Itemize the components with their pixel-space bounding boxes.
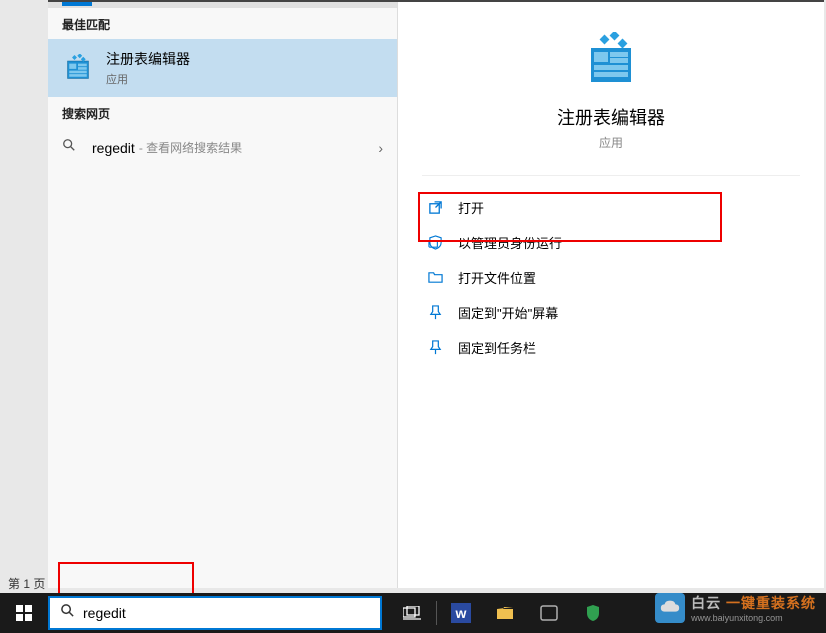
action-open-label: 打开 — [458, 198, 484, 217]
action-list: 打开 以管理员身份运行 打开文件位置 固定到"开始"屏幕 — [398, 176, 824, 379]
result-subtitle: 应用 — [106, 71, 190, 87]
action-pin-start[interactable]: 固定到"开始"屏幕 — [398, 295, 824, 330]
web-search-result[interactable]: regedit - 查看网络搜索结果 › — [48, 128, 397, 167]
shield-icon — [426, 234, 444, 252]
chevron-right-icon: › — [378, 140, 383, 156]
taskbar-icons: w — [390, 593, 615, 633]
task-view-button[interactable] — [390, 593, 434, 633]
web-query-text: regedit — [92, 140, 135, 156]
best-match-header: 最佳匹配 — [48, 8, 397, 39]
web-search-header: 搜索网页 — [48, 97, 397, 128]
taskbar-app-4[interactable] — [571, 593, 615, 633]
filter-tabs — [48, 2, 397, 8]
detail-panel: 注册表编辑器 应用 打开 以管理员身份运行 打开文件位置 — [398, 2, 824, 588]
folder-icon — [426, 269, 444, 287]
taskbar-app-3[interactable] — [527, 593, 571, 633]
action-run-admin[interactable]: 以管理员身份运行 — [398, 225, 824, 260]
action-open[interactable]: 打开 — [398, 190, 824, 225]
svg-text:w: w — [455, 605, 467, 621]
search-input[interactable] — [83, 605, 370, 621]
pin-start-icon — [426, 304, 444, 322]
taskbar-app-1[interactable]: w — [439, 593, 483, 633]
results-left-column: 最佳匹配 注册表编辑器 应用 — [48, 2, 398, 588]
detail-regedit-icon — [583, 32, 639, 88]
action-pin-start-label: 固定到"开始"屏幕 — [458, 303, 558, 322]
taskbar-app-2[interactable] — [483, 593, 527, 633]
detail-header: 注册表编辑器 应用 — [422, 32, 800, 176]
action-open-location[interactable]: 打开文件位置 — [398, 260, 824, 295]
taskbar-search-box[interactable] — [48, 596, 382, 630]
best-match-result[interactable]: 注册表编辑器 应用 — [48, 39, 397, 97]
active-tab-indicator — [62, 2, 92, 6]
start-button[interactable] — [0, 593, 48, 633]
web-hint-text: - 查看网络搜索结果 — [139, 139, 242, 156]
pin-taskbar-icon — [426, 339, 444, 357]
result-title: 注册表编辑器 — [106, 49, 190, 69]
action-pin-taskbar-label: 固定到任务栏 — [458, 338, 536, 357]
search-icon — [60, 603, 75, 623]
search-results-panel: 最佳匹配 注册表编辑器 应用 — [48, 0, 824, 588]
taskbar-separator — [436, 601, 437, 625]
open-icon — [426, 199, 444, 217]
taskbar: w — [0, 593, 826, 633]
detail-title: 注册表编辑器 — [557, 104, 665, 130]
page-number-label: 第 1 页 — [8, 575, 45, 592]
search-icon — [62, 138, 78, 157]
detail-subtitle: 应用 — [599, 134, 623, 151]
regedit-icon — [62, 52, 94, 84]
action-pin-taskbar[interactable]: 固定到任务栏 — [398, 330, 824, 365]
action-open-location-label: 打开文件位置 — [458, 268, 536, 287]
action-run-admin-label: 以管理员身份运行 — [458, 233, 562, 252]
